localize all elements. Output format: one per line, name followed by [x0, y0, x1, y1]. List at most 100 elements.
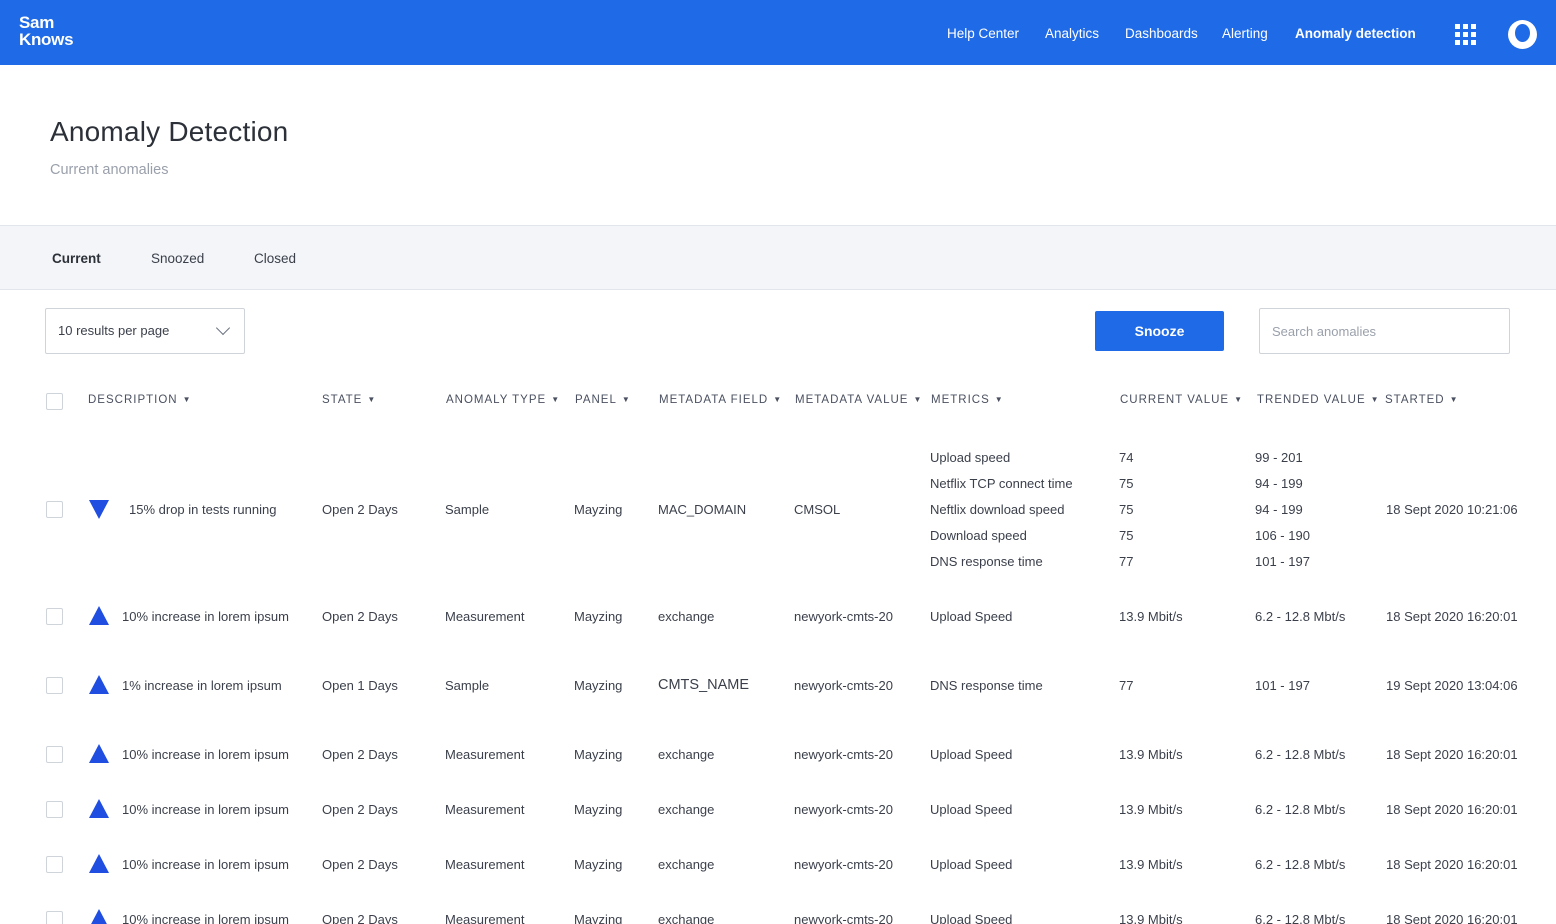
cell-metadata-value: newyork-cmts-20: [794, 857, 893, 872]
cell-trended-value: 6.2 - 12.8 Mbt/s: [1255, 609, 1346, 624]
row-checkbox[interactable]: [46, 501, 63, 518]
cell-trended-value: 6.2 - 12.8 Mbt/s: [1255, 857, 1346, 872]
page-title: Anomaly Detection: [50, 116, 289, 147]
cell-current-value: 77: [1119, 678, 1134, 693]
samknows-logo[interactable]: Sam Knows: [19, 14, 74, 48]
column-header-trended-value[interactable]: TRENDED VALUE ▼: [1257, 394, 1380, 406]
cell-current-value: 13.9 Mbit/s: [1119, 747, 1183, 762]
snooze-button[interactable]: Snooze: [1095, 311, 1224, 351]
sort-arrow-icon: ▼: [1449, 395, 1459, 404]
column-label: STARTED: [1385, 394, 1445, 406]
column-label: STATE: [322, 394, 363, 406]
column-label: CURRENT VALUE: [1120, 394, 1230, 406]
cell-started: 18 Sept 2020 16:20:01: [1386, 802, 1518, 817]
cell-trended-value: 106 - 190: [1255, 528, 1310, 543]
chevron-down-icon: [215, 320, 231, 336]
cell-panel: Mayzing: [574, 912, 623, 924]
cell-metadata-field: exchange: [658, 802, 715, 817]
cell-started: 18 Sept 2020 16:20:01: [1386, 609, 1518, 624]
cell-metadata-value: newyork-cmts-20: [794, 678, 893, 693]
cell-metric: Upload Speed: [930, 912, 1013, 924]
cell-current-value: 77: [1119, 554, 1134, 569]
cell-description: 10% increase in lorem ipsum: [122, 802, 289, 817]
column-header-panel[interactable]: PANEL ▼: [575, 394, 631, 406]
increase-triangle-icon: [89, 675, 109, 694]
column-header-anomaly-type[interactable]: ANOMALY TYPE ▼: [446, 394, 560, 406]
cell-state: Open 2 Days: [322, 747, 398, 762]
row-checkbox[interactable]: [46, 608, 63, 625]
cell-started: 18 Sept 2020 16:20:01: [1386, 912, 1518, 924]
results-per-page-value: 10 results per page: [58, 323, 170, 338]
tab-closed[interactable]: Closed: [254, 251, 296, 266]
nav-help-center[interactable]: Help Center: [947, 26, 1019, 41]
cell-trended-value: 6.2 - 12.8 Mbt/s: [1255, 802, 1346, 817]
column-header-metadata-value[interactable]: METADATA VALUE ▼: [795, 394, 922, 406]
tabs-bar: Current Snoozed Closed: [0, 225, 1556, 290]
cell-metric: DNS response time: [930, 554, 1043, 569]
cell-metadata-field: exchange: [658, 912, 715, 924]
tab-current[interactable]: Current: [52, 251, 101, 266]
cell-state: Open 2 Days: [322, 912, 398, 924]
column-header-current-value[interactable]: CURRENT VALUE ▼: [1120, 394, 1243, 406]
column-header-metrics[interactable]: METRICS ▼: [931, 394, 1004, 406]
sort-arrow-icon: ▼: [1370, 395, 1380, 404]
column-header-metadata-field[interactable]: METADATA FIELD ▼: [659, 394, 782, 406]
sort-arrow-icon: ▼: [913, 395, 923, 404]
select-all-checkbox[interactable]: [46, 393, 63, 410]
cell-metadata-field: CMTS_NAME: [658, 677, 750, 693]
cell-metric: Upload Speed: [930, 609, 1013, 624]
increase-triangle-icon: [89, 606, 109, 625]
cell-state: Open 2 Days: [322, 609, 398, 624]
cell-metadata-value: newyork-cmts-20: [794, 609, 893, 624]
cell-trended-value: 94 - 199: [1255, 476, 1303, 491]
cell-panel: Mayzing: [574, 747, 623, 762]
cell-trended-value: 6.2 - 12.8 Mbt/s: [1255, 747, 1346, 762]
row-checkbox[interactable]: [46, 801, 63, 818]
cell-metadata-field: exchange: [658, 747, 715, 762]
cell-trended-value: 101 - 197: [1255, 554, 1310, 569]
cell-started: 18 Sept 2020 16:20:01: [1386, 747, 1518, 762]
top-nav-bar: Sam Knows Help Center Analytics Dashboar…: [0, 0, 1556, 65]
cell-metadata-value: CMSOL: [794, 502, 841, 517]
row-checkbox[interactable]: [46, 746, 63, 763]
search-anomalies-input[interactable]: [1259, 308, 1510, 354]
results-per-page-select[interactable]: 10 results per page: [45, 308, 245, 354]
sort-arrow-icon: ▼: [1234, 395, 1243, 404]
user-avatar-icon[interactable]: [1508, 20, 1537, 49]
tab-snoozed[interactable]: Snoozed: [151, 251, 204, 266]
cell-trended-value: 99 - 201: [1255, 450, 1303, 465]
nav-analytics[interactable]: Analytics: [1045, 26, 1099, 41]
column-header-description[interactable]: DESCRIPTION ▼: [88, 394, 192, 406]
column-label: DESCRIPTION: [88, 394, 178, 406]
cell-started: 19 Sept 2020 13:04:06: [1386, 678, 1518, 693]
increase-triangle-icon: [89, 744, 109, 763]
row-checkbox[interactable]: [46, 911, 63, 924]
cell-current-value: 75: [1119, 528, 1134, 543]
cell-description: 10% increase in lorem ipsum: [122, 857, 289, 872]
cell-state: Open 2 Days: [322, 802, 398, 817]
row-checkbox[interactable]: [46, 856, 63, 873]
cell-metadata-value: newyork-cmts-20: [794, 912, 893, 924]
cell-description: 10% increase in lorem ipsum: [122, 747, 289, 762]
cell-trended-value: 101 - 197: [1255, 678, 1310, 693]
nav-alerting[interactable]: Alerting: [1222, 26, 1268, 41]
column-header-started[interactable]: STARTED ▼: [1385, 394, 1459, 406]
cell-current-value: 74: [1119, 450, 1134, 465]
drop-triangle-icon: [89, 500, 109, 519]
increase-triangle-icon: [89, 799, 109, 818]
increase-triangle-icon: [89, 909, 109, 924]
column-label: METADATA VALUE: [795, 394, 909, 406]
row-checkbox[interactable]: [46, 677, 63, 694]
cell-metadata-value: newyork-cmts-20: [794, 747, 893, 762]
cell-state: Open 1 Days: [322, 678, 398, 693]
cell-trended-value: 94 - 199: [1255, 502, 1303, 517]
cell-anomaly-type: Measurement: [445, 747, 525, 762]
cell-current-value: 13.9 Mbit/s: [1119, 857, 1183, 872]
cell-metric: Upload Speed: [930, 747, 1013, 762]
apps-grid-icon[interactable]: [1455, 24, 1477, 46]
nav-anomaly-detection[interactable]: Anomaly detection: [1295, 26, 1416, 41]
cell-panel: Mayzing: [574, 802, 623, 817]
cell-metric: Upload Speed: [930, 857, 1013, 872]
nav-dashboards[interactable]: Dashboards: [1125, 26, 1198, 41]
column-header-state[interactable]: STATE ▼: [322, 394, 376, 406]
